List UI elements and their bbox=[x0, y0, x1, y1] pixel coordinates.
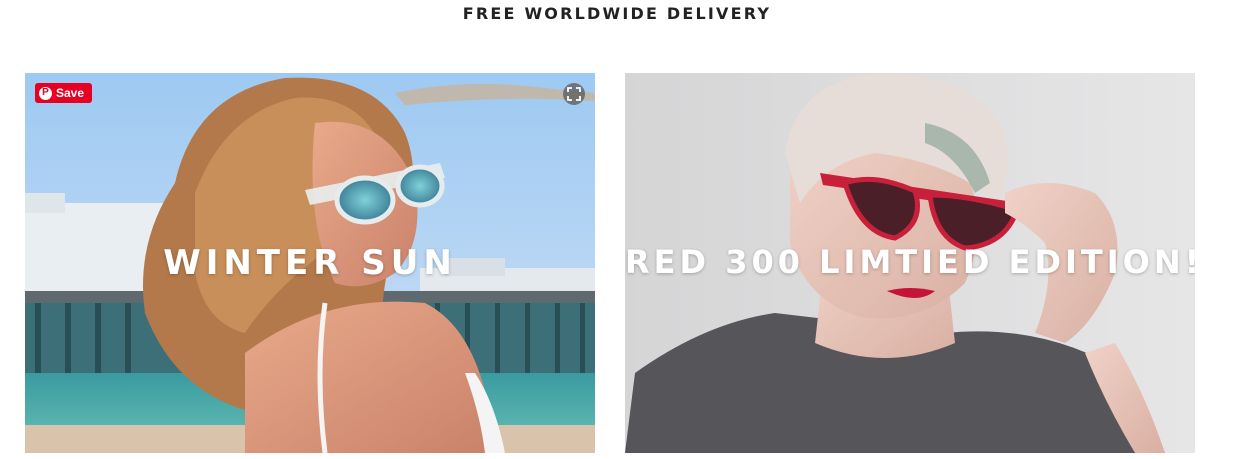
pinterest-save-button[interactable]: P Save bbox=[35, 83, 93, 103]
pinterest-logo-icon: P bbox=[39, 86, 52, 100]
collection-tile-winter-sun[interactable]: WINTER SUN P Save bbox=[25, 73, 595, 453]
pinterest-save-label: Save bbox=[56, 86, 85, 100]
expand-image-button[interactable] bbox=[563, 83, 585, 105]
free-delivery-banner: FREE WORLDWIDE DELIVERY bbox=[462, 4, 772, 23]
red-300-title: RED 300 LIMTIED EDITION! bbox=[625, 243, 1195, 281]
expand-icon bbox=[567, 87, 581, 101]
collection-tile-red-300[interactable]: RED 300 LIMTIED EDITION! bbox=[625, 73, 1195, 453]
winter-sun-title: WINTER SUN bbox=[163, 243, 457, 283]
